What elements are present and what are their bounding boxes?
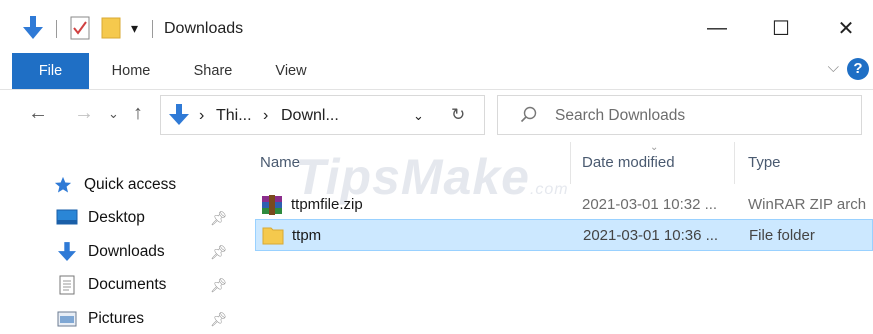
table-row[interactable]: ttpmfile.zip 2021-03-01 10:32 ... WinRAR… <box>255 189 873 221</box>
download-arrow-icon[interactable] <box>22 16 44 40</box>
ribbon-tabs: File Home Share View ⌵ ? <box>0 53 873 90</box>
pin-icon[interactable]: 📌︎ <box>210 311 228 328</box>
sidebar-item-documents[interactable]: Documents <box>56 270 166 300</box>
desktop-icon <box>56 208 78 228</box>
tab-view[interactable]: View <box>262 53 320 89</box>
back-arrow-icon[interactable]: ← <box>28 102 48 125</box>
search-box[interactable]: Search Downloads <box>497 95 862 135</box>
tab-share[interactable]: Share <box>180 53 246 89</box>
breadcrumb-separator: › <box>263 107 269 124</box>
file-list: TipsMake.com ⌄ Name Date modified Type t… <box>245 142 873 334</box>
sort-indicator-icon: ⌄ <box>650 142 659 153</box>
file-date: 2021-03-01 10:32 ... <box>582 196 718 213</box>
pin-icon[interactable]: 📌︎ <box>210 244 228 261</box>
address-bar[interactable]: › Thi... › Downl... ⌄ ↻ <box>160 95 485 135</box>
window-title: Downloads <box>164 20 244 37</box>
sidebar-item-label: Downloads <box>88 243 165 260</box>
refresh-icon[interactable]: ↻ <box>451 105 465 125</box>
address-dropdown-chevron-icon[interactable]: ⌄ <box>413 108 424 124</box>
column-header-type[interactable]: Type <box>748 154 781 171</box>
winrar-archive-icon <box>261 194 283 220</box>
new-folder-icon[interactable] <box>100 16 122 40</box>
file-date: 2021-03-01 10:36 ... <box>583 227 719 244</box>
sidebar-item-downloads[interactable]: Downloads <box>56 237 165 267</box>
sidebar-item-label: Quick access <box>84 176 177 193</box>
sidebar-item-label: Documents <box>88 276 167 293</box>
title-bar: ▾ Downloads — ☐ ✕ <box>0 0 873 53</box>
pin-icon[interactable]: 📌︎ <box>210 277 228 294</box>
tab-file[interactable]: File <box>12 53 89 89</box>
search-input[interactable]: Search Downloads <box>555 107 685 125</box>
download-arrow-icon <box>56 242 78 262</box>
breadcrumb-separator: › <box>199 107 205 124</box>
breadcrumb-this-pc[interactable]: Thi... <box>216 107 252 125</box>
sidebar-item-label: Desktop <box>88 209 145 226</box>
column-header-date-modified[interactable]: Date modified <box>582 154 675 171</box>
sidebar-item-quick-access[interactable]: Quick access <box>52 170 176 200</box>
properties-icon[interactable] <box>70 16 90 40</box>
document-icon <box>56 275 78 295</box>
column-divider[interactable] <box>570 142 571 184</box>
column-divider[interactable] <box>734 142 735 184</box>
download-arrow-icon <box>169 104 189 131</box>
toolbar-divider <box>152 20 153 38</box>
minimize-button[interactable]: — <box>694 8 740 48</box>
customize-toolbar-chevron-icon[interactable]: ▾ <box>131 20 138 37</box>
file-type: WinRAR ZIP arch <box>748 196 867 213</box>
star-icon <box>52 175 74 195</box>
column-header-name[interactable]: Name <box>260 154 300 171</box>
sidebar-item-pictures[interactable]: Pictures <box>56 304 144 334</box>
pictures-icon <box>56 309 78 329</box>
help-button[interactable]: ? <box>847 58 869 80</box>
recent-locations-chevron-icon[interactable]: ⌄ <box>108 106 119 122</box>
toolbar-divider <box>56 20 57 38</box>
pin-icon[interactable]: 📌︎ <box>210 210 228 227</box>
file-name: ttpm <box>292 227 322 244</box>
sidebar-item-label: Pictures <box>88 310 144 327</box>
expand-ribbon-icon[interactable]: ⌵ <box>828 59 839 76</box>
folder-icon <box>262 225 284 249</box>
sidebar-item-desktop[interactable]: Desktop <box>56 203 145 233</box>
breadcrumb-downloads[interactable]: Downl... <box>281 107 339 125</box>
close-button[interactable]: ✕ <box>823 8 869 48</box>
up-arrow-icon[interactable]: ↑ <box>133 102 143 125</box>
search-icon <box>520 106 538 129</box>
file-type: File folder <box>749 227 815 244</box>
navigation-bar: ← → ⌄ ↑ › Thi... › Downl... ⌄ ↻ Search D… <box>0 90 873 142</box>
navigation-pane: Quick access Desktop 📌︎ Downloads 📌︎ Doc… <box>0 142 245 334</box>
forward-arrow-icon[interactable]: → <box>74 102 94 125</box>
file-name: ttpmfile.zip <box>291 196 363 213</box>
maximize-button[interactable]: ☐ <box>758 8 804 48</box>
tab-home[interactable]: Home <box>100 53 162 89</box>
table-row[interactable]: ttpm 2021-03-01 10:36 ... File folder <box>255 219 873 251</box>
